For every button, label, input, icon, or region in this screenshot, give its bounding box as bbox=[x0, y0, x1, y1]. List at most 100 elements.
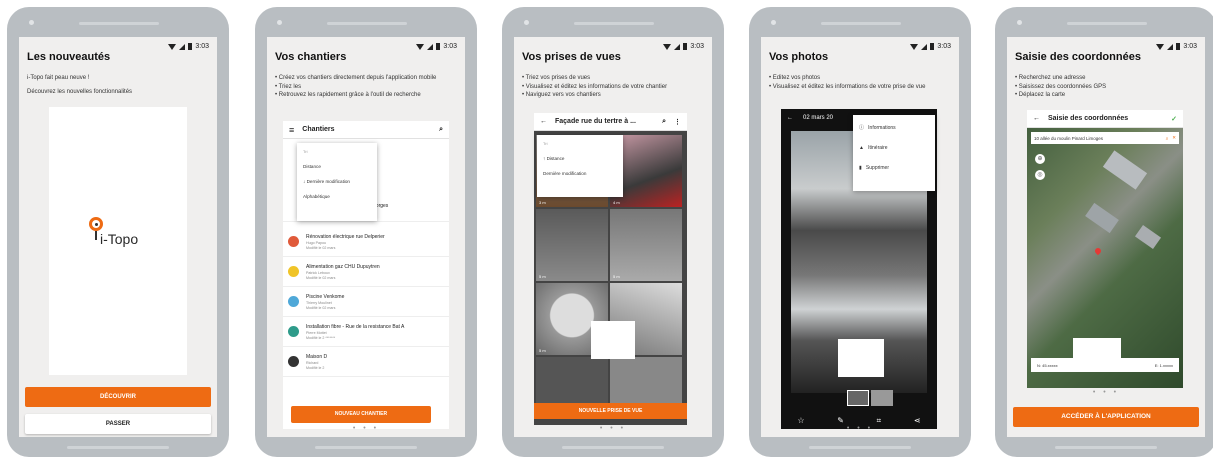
sort-option-last-modified[interactable]: Dernière modification bbox=[537, 171, 623, 176]
wifi-icon bbox=[910, 43, 919, 50]
avatar bbox=[288, 326, 299, 337]
description: • Recherchez une adresse • Saisissez des… bbox=[1015, 74, 1197, 100]
app-bar: ≡ Chantiers ⌕ bbox=[283, 121, 449, 139]
more-vert-icon[interactable]: ⋮ bbox=[674, 118, 681, 126]
check-icon[interactable]: ✓ bbox=[1171, 115, 1177, 123]
sort-menu-header: Tri bbox=[543, 141, 548, 146]
status-time: 3:03 bbox=[937, 43, 951, 50]
app-preview: ← Façade rue du tertre à ... ⌕ ⋮ 3 m 4 m… bbox=[534, 113, 687, 425]
item-subtitle: Thierry Moulinet Modifié le 02 mars bbox=[306, 301, 335, 310]
back-arrow-icon[interactable]: ← bbox=[787, 115, 793, 121]
sort-option-distance[interactable]: Distance bbox=[297, 164, 377, 169]
photo-tile[interactable]: 5 m bbox=[610, 209, 682, 281]
info-icon: ⓘ bbox=[859, 125, 869, 131]
list-item[interactable]: Installation fibre - Rue de la resistanc… bbox=[283, 319, 449, 347]
thumbnail-selected[interactable] bbox=[847, 390, 869, 406]
camera bbox=[29, 20, 34, 25]
item-title: Alimentation gaz CHU Dupuytren bbox=[306, 264, 380, 270]
trash-icon: ▮ bbox=[859, 165, 866, 171]
item-modified: Modifié le 2 bbox=[306, 365, 325, 370]
distance-label: 5 m bbox=[539, 348, 546, 353]
bullet: • Naviguez vers vos chantiers bbox=[522, 92, 601, 98]
bullet: • Déplacez la carte bbox=[1015, 92, 1066, 98]
pager-dots: • • • bbox=[1092, 389, 1120, 396]
map-preview: ← Saisie des coordonnées ✓ 10 allée du m… bbox=[1027, 110, 1183, 388]
description: • Créez vos chantiers directement depuis… bbox=[275, 74, 457, 100]
photo-date: 02 mars 20 bbox=[803, 115, 834, 121]
item-subtitle: Richard Modifié le 2 bbox=[306, 361, 324, 370]
search-icon[interactable]: ⌕ bbox=[1166, 136, 1169, 141]
bullet: • Triez les bbox=[275, 83, 302, 90]
description-line: Découvrez les nouvelles fonctionnalités bbox=[27, 88, 133, 95]
location-pin-icon[interactable] bbox=[1093, 246, 1103, 256]
camera bbox=[1017, 20, 1022, 25]
bullet: • Editez vos photos bbox=[769, 75, 821, 81]
list-item[interactable]: Rénovation électrique rue Delperier Hugo … bbox=[283, 229, 449, 257]
page-title: Vos prises de vues bbox=[522, 51, 621, 63]
gps-icon[interactable]: ◎ bbox=[1035, 170, 1045, 180]
list-item[interactable]: Alimentation gaz CHU Dupuytren Patrick Le… bbox=[283, 259, 449, 287]
speaker bbox=[574, 22, 654, 25]
status-bar: 3:03 bbox=[910, 43, 951, 50]
item-title: Maison D bbox=[306, 354, 328, 360]
close-icon[interactable]: ✕ bbox=[1172, 135, 1176, 141]
sort-option-label: Dernière modification bbox=[306, 179, 350, 184]
map-building bbox=[1134, 224, 1162, 250]
item-subtitle: Hugo Papou Modifié le 02 mars bbox=[306, 241, 335, 250]
pager-dots: • • • bbox=[846, 425, 874, 432]
photo-tile[interactable]: 5 m bbox=[536, 209, 608, 281]
app-bar-title: Saisie des coordonnées bbox=[1048, 115, 1129, 122]
stage: 3:03 Les nouveautés i-Topo fait peau neu… bbox=[0, 0, 1213, 463]
battery-icon bbox=[436, 43, 441, 50]
logo-text: i-Topo bbox=[100, 231, 139, 247]
status-time: 3:03 bbox=[690, 43, 704, 50]
address-input[interactable]: 10 allée du moulin Pinard Limoges bbox=[1034, 136, 1103, 141]
menu-item-label: Informations bbox=[868, 125, 896, 131]
status-time: 3:03 bbox=[1183, 43, 1197, 50]
locate-icon[interactable]: ⊕ bbox=[1035, 154, 1045, 164]
phone-5: 3:03 Saisie des coordonnées • Recherchez… bbox=[995, 7, 1213, 457]
thumbnail[interactable] bbox=[871, 390, 893, 406]
description: i-Topo fait peau neuve ! Découvrez les n… bbox=[27, 74, 209, 96]
bottom-bar bbox=[315, 446, 417, 449]
screen-worksites: 3:03 Vos chantiers • Créez vos chantiers… bbox=[267, 37, 465, 437]
screen-photos: 3:03 Vos photos • Editez vos photos • Vi… bbox=[761, 37, 959, 437]
bullet: • Créez vos chantiers directement depuis… bbox=[275, 75, 437, 81]
access-app-button[interactable]: ACCÉDER À L'APPLICATION bbox=[1013, 407, 1199, 427]
item-modified: Modifié le 2 ******* bbox=[306, 335, 336, 340]
new-shot-button[interactable]: NOUVELLE PRISE DE VUE bbox=[534, 403, 687, 419]
hamburger-icon[interactable]: ≡ bbox=[289, 125, 294, 135]
sort-option-distance[interactable]: ↑ Distance bbox=[537, 156, 623, 161]
skip-button[interactable]: PASSER bbox=[25, 414, 211, 434]
signal-icon bbox=[1167, 43, 1174, 50]
search-icon[interactable]: ⌕ bbox=[662, 118, 666, 126]
avatar bbox=[288, 236, 299, 247]
wifi-icon bbox=[1156, 43, 1165, 50]
sort-option-alphabetical[interactable]: Alphabétique bbox=[297, 194, 377, 199]
back-arrow-icon[interactable]: ← bbox=[540, 118, 547, 125]
list-item[interactable]: Piscine Venkome Thierry Moulinet Modifié l… bbox=[283, 289, 449, 317]
avatar bbox=[288, 356, 299, 367]
list-item[interactable]: Maison D Richard Modifié le 2 bbox=[283, 349, 449, 377]
distance-label: 5 m bbox=[539, 274, 546, 279]
menu-item-delete[interactable]: ▮ Supprimer bbox=[853, 165, 935, 171]
sort-option-last-modified[interactable]: ↓ Dernière modification bbox=[297, 179, 377, 184]
menu-item-itinerary[interactable]: ▲ Itinéraire bbox=[853, 145, 935, 151]
phone-3: 3:03 Vos prises de vues • Triez vos pris… bbox=[502, 7, 724, 457]
app-preview: ≡ Chantiers ⌕ St Georges Rénovation élec… bbox=[283, 121, 449, 429]
search-icon[interactable]: ⌕ bbox=[439, 126, 443, 134]
bullet: • Saisissez des coordonnées GPS bbox=[1015, 83, 1107, 90]
description-line: i-Topo fait peau neuve ! bbox=[27, 75, 90, 81]
menu-item-informations[interactable]: ⓘ Informations bbox=[853, 124, 935, 131]
new-worksite-button[interactable]: NOUVEAU CHANTIER bbox=[291, 406, 431, 423]
menu-item-label: Itinéraire bbox=[868, 145, 888, 151]
signal-icon bbox=[427, 43, 434, 50]
pin-logo-icon bbox=[89, 217, 103, 231]
app-bar-title: Chantiers bbox=[302, 126, 335, 133]
battery-icon bbox=[188, 43, 193, 50]
distance-label: 5 m bbox=[613, 274, 620, 279]
bullet: • Visualisez et éditez les informations … bbox=[769, 83, 926, 90]
bullet: • Retrouvez les rapidement grâce à l'out… bbox=[275, 92, 421, 98]
back-arrow-icon[interactable]: ← bbox=[1033, 115, 1040, 122]
discover-button[interactable]: DÉCOUVRIR bbox=[25, 387, 211, 407]
